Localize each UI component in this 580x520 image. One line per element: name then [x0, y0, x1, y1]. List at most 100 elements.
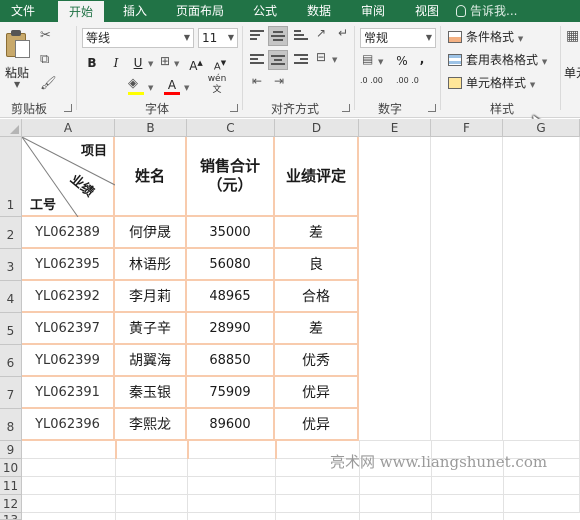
row-header-4[interactable]: 4 [0, 281, 22, 313]
column-header-f[interactable]: F [431, 119, 503, 137]
column-header-b[interactable]: B [115, 119, 187, 137]
row-header-9[interactable]: 9 [0, 441, 22, 459]
cell-rating[interactable]: 差 [275, 313, 359, 345]
wrap-text-icon[interactable]: ↵ [338, 26, 348, 40]
row-header-3[interactable]: 3 [0, 249, 22, 281]
cell-rating[interactable]: 优异 [275, 409, 359, 441]
column-header-a[interactable]: A [22, 119, 115, 137]
increase-decimal-button[interactable]: .0 .00 [360, 76, 390, 85]
bottom-align-icon[interactable] [294, 30, 308, 42]
phonetic-guide-button[interactable]: wén 文 [202, 74, 232, 96]
row-header-10[interactable]: 10 [0, 459, 22, 477]
comma-button[interactable]: , [414, 50, 430, 68]
cell-name[interactable]: 李熙龙 [115, 409, 187, 441]
tab-formulas[interactable]: 公式 [242, 0, 288, 22]
format-painter-icon[interactable]: 🖌 [40, 76, 57, 91]
select-all-button[interactable] [0, 119, 22, 137]
fill-color-icon[interactable]: ◈ [128, 76, 138, 91]
insert-cells-icon[interactable]: ▦ [566, 28, 579, 44]
alignment-launcher-icon[interactable] [342, 104, 350, 112]
cell-rating[interactable]: 良 [275, 249, 359, 281]
row-header-1[interactable]: 1 [0, 137, 22, 217]
cell-name[interactable]: 秦玉银 [115, 377, 187, 409]
cell-rating[interactable]: 优秀 [275, 345, 359, 377]
cut-icon[interactable]: ✂ [40, 28, 51, 43]
percent-button[interactable]: % [394, 52, 410, 70]
cell-sales[interactable]: 28990 [187, 313, 275, 345]
cell-styles-button[interactable]: 单元格样式 ▼ [448, 74, 535, 92]
row-header-2[interactable]: 2 [0, 217, 22, 249]
number-launcher-icon[interactable] [428, 104, 436, 112]
paste-dropdown-icon[interactable]: ▼ [14, 80, 20, 89]
header-rating[interactable]: 业绩评定 [275, 137, 359, 217]
font-name-dropdown[interactable]: 等线 ▼ [82, 28, 194, 48]
header-name[interactable]: 姓名 [115, 137, 187, 217]
cell-sales[interactable]: 89600 [187, 409, 275, 441]
font-launcher-icon[interactable] [230, 104, 238, 112]
currency-icon[interactable]: ▤ [362, 52, 373, 66]
paste-button[interactable]: 粘贴 [5, 64, 29, 81]
cell-id[interactable]: YL062399 [22, 345, 115, 377]
cell-id[interactable]: YL062395 [22, 249, 115, 281]
tab-insert[interactable]: 插入 [112, 0, 158, 22]
row-header-7[interactable]: 7 [0, 377, 22, 409]
tab-file[interactable]: 文件 [0, 0, 46, 22]
tab-home[interactable]: 开始 [58, 0, 104, 22]
cell-sales[interactable]: 75909 [187, 377, 275, 409]
cell-rating[interactable]: 差 [275, 217, 359, 249]
cell-name[interactable]: 黄子辛 [115, 313, 187, 345]
borders-dropdown-icon[interactable]: ▼ [174, 60, 179, 68]
column-header-g[interactable]: G [503, 119, 580, 137]
tab-page-layout[interactable]: 页面布局 [166, 0, 234, 22]
cell-id[interactable]: YL062389 [22, 217, 115, 249]
italic-button[interactable]: I [108, 54, 124, 72]
row-header-13[interactable]: 13 [0, 513, 22, 520]
cell-id[interactable]: YL062391 [22, 377, 115, 409]
paste-icon[interactable] [6, 30, 32, 58]
cell-rating[interactable]: 优异 [275, 377, 359, 409]
underline-button[interactable]: U [130, 54, 146, 72]
font-size-dropdown[interactable]: 11 ▼ [198, 28, 238, 48]
merge-center-icon[interactable]: ⊟ [316, 50, 326, 64]
cell-sales[interactable]: 56080 [187, 249, 275, 281]
copy-icon[interactable]: ⧉ [40, 52, 49, 67]
row-header-5[interactable]: 5 [0, 313, 22, 345]
row-header-6[interactable]: 6 [0, 345, 22, 377]
orientation-icon[interactable]: ↗ [316, 26, 326, 40]
cell-id[interactable]: YL062396 [22, 409, 115, 441]
top-align-icon[interactable] [250, 30, 264, 42]
column-header-e[interactable]: E [359, 119, 431, 137]
decrease-indent-icon[interactable]: ⇤ [252, 74, 262, 88]
decrease-decimal-button[interactable]: .00 .0 [396, 76, 426, 85]
diagonal-header-cell[interactable]: 项目 业绩 工号 [22, 137, 115, 217]
column-header-d[interactable]: D [275, 119, 359, 137]
cell-sales[interactable]: 48965 [187, 281, 275, 313]
number-format-dropdown[interactable]: 常规 ▼ [360, 28, 436, 48]
underline-dropdown-icon[interactable]: ▼ [148, 60, 153, 68]
align-right-icon[interactable] [294, 54, 308, 66]
currency-dropdown-icon[interactable]: ▼ [378, 58, 383, 66]
row-header-11[interactable]: 11 [0, 477, 22, 495]
clipboard-launcher-icon[interactable] [64, 104, 72, 112]
cell-id[interactable]: YL062392 [22, 281, 115, 313]
cell-id[interactable]: YL062397 [22, 313, 115, 345]
format-as-table-button[interactable]: 套用表格格式 ▼ [448, 51, 547, 69]
bold-button[interactable]: B [84, 54, 100, 72]
shrink-font-button[interactable]: A▼ [212, 54, 228, 72]
tab-review[interactable]: 审阅 [350, 0, 396, 22]
cell-name[interactable]: 林语彤 [115, 249, 187, 281]
merge-dropdown-icon[interactable]: ▼ [332, 56, 337, 64]
tab-data[interactable]: 数据 [296, 0, 342, 22]
align-left-icon[interactable] [250, 54, 264, 66]
conditional-formatting-button[interactable]: 条件格式 ▼ [448, 28, 523, 46]
fill-color-dropdown-icon[interactable]: ▼ [148, 84, 153, 92]
cell-sales[interactable]: 35000 [187, 217, 275, 249]
tell-me-search[interactable]: 告诉我... [456, 0, 517, 22]
header-sales-total[interactable]: 销售合计 （元） [187, 137, 275, 217]
borders-icon[interactable]: ⊞ [160, 54, 170, 68]
column-header-c[interactable]: C [187, 119, 275, 137]
cell-name[interactable]: 胡翼海 [115, 345, 187, 377]
cell-sales[interactable]: 68850 [187, 345, 275, 377]
row-header-12[interactable]: 12 [0, 495, 22, 513]
increase-indent-icon[interactable]: ⇥ [274, 74, 284, 88]
